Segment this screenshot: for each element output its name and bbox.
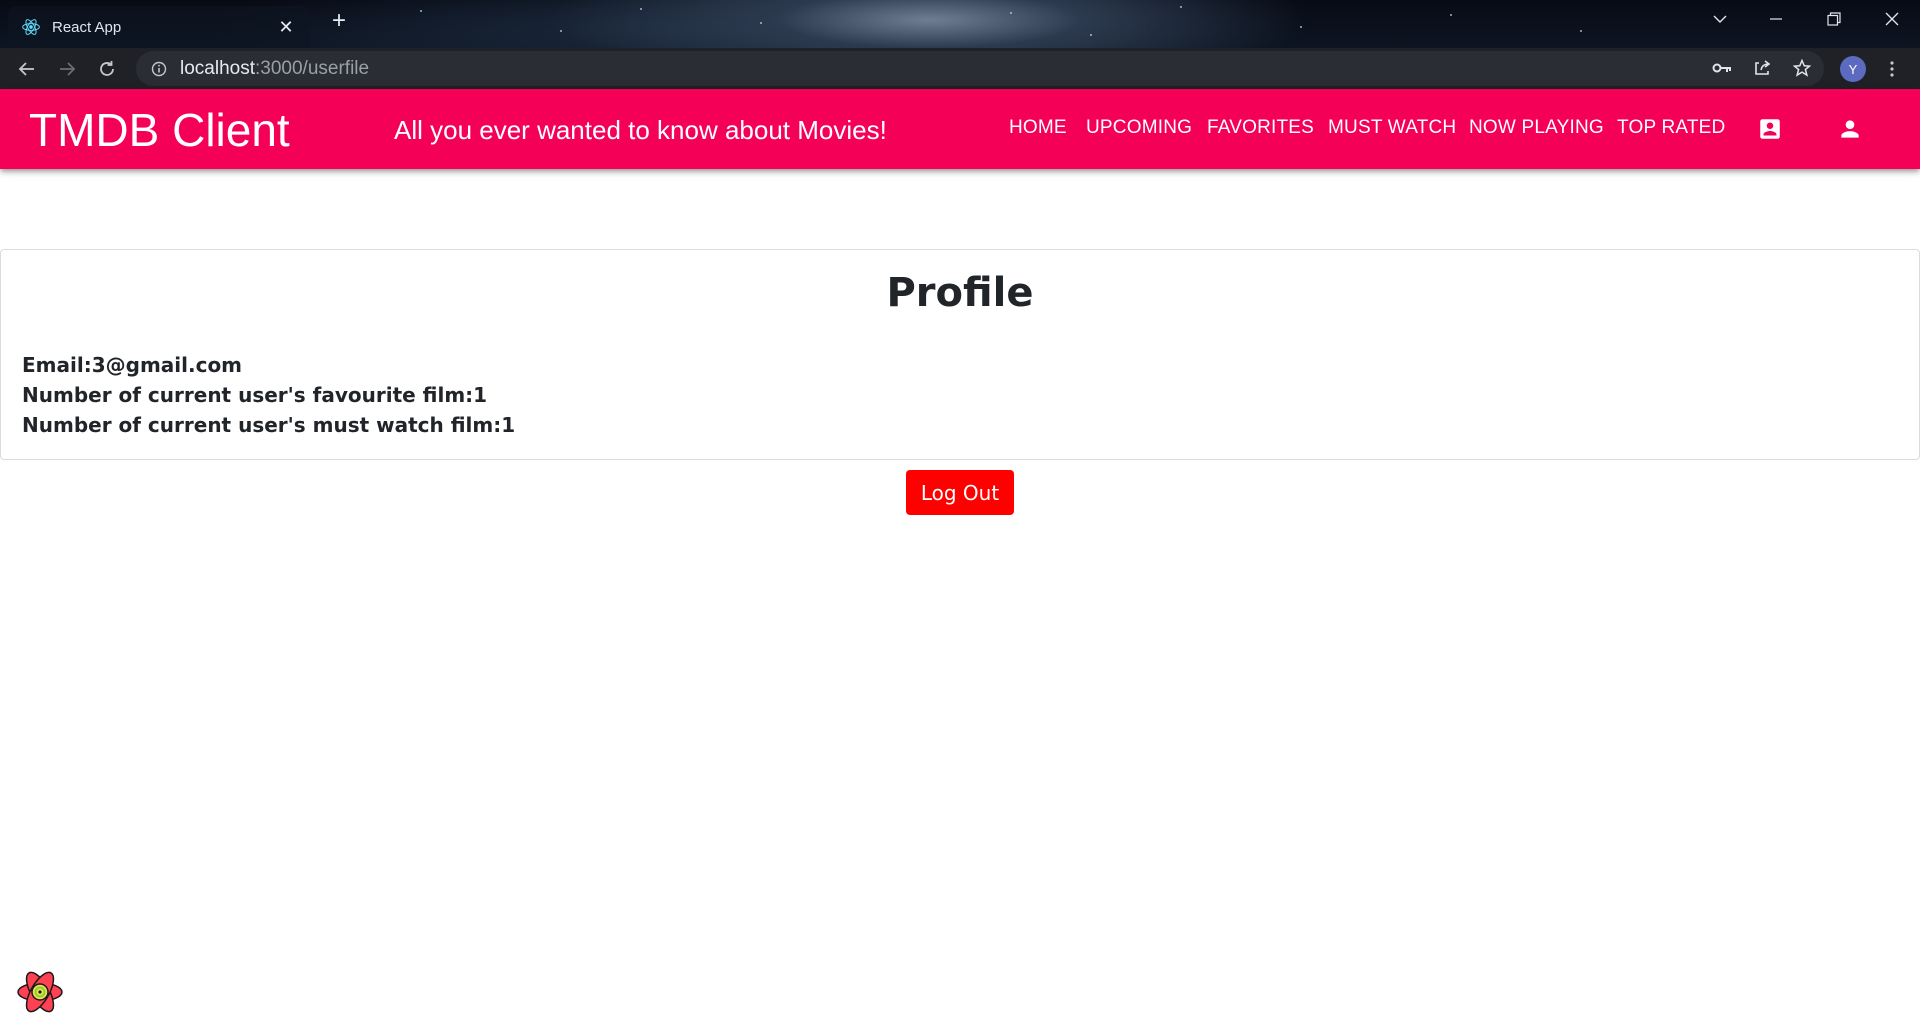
share-icon[interactable] [1750, 56, 1774, 80]
star [560, 30, 562, 32]
profile-avatar[interactable]: Y [1840, 56, 1866, 82]
person-icon[interactable] [1835, 114, 1865, 144]
star [760, 22, 762, 24]
nav-favorites[interactable]: FAVORITES [1207, 117, 1314, 139]
brand-title: TMDB Client [29, 104, 290, 156]
nav-home[interactable]: HOME [1009, 117, 1067, 139]
minimize-icon[interactable] [1748, 0, 1804, 38]
tab-title: React App [52, 18, 122, 36]
new-tab-icon[interactable]: + [325, 8, 353, 36]
url-path: :3000/userfile [255, 57, 370, 79]
star [1580, 30, 1582, 32]
password-key-icon[interactable] [1710, 56, 1734, 80]
tagline: All you ever wanted to know about Movies… [394, 115, 887, 145]
favourite-count-line: Number of current user's favourite film:… [22, 383, 488, 407]
star [640, 8, 642, 10]
star [1010, 12, 1012, 14]
browser-toolbar: localhost:3000/userfile Y [0, 48, 1920, 89]
browser-menu-icon[interactable] [1882, 56, 1902, 82]
star [420, 10, 422, 12]
nav-now-playing[interactable]: NOW PLAYING [1469, 117, 1604, 139]
browser-titlebar: React App ✕ + [0, 0, 1920, 48]
nav-upcoming[interactable]: UPCOMING [1086, 117, 1192, 139]
star [1180, 6, 1182, 8]
account-box-icon[interactable] [1755, 114, 1785, 144]
url-host: localhost [180, 57, 255, 79]
must-watch-count-line: Number of current user's must watch film… [22, 413, 516, 437]
star [1450, 14, 1452, 16]
star [1090, 34, 1092, 36]
bookmark-star-icon[interactable] [1790, 56, 1814, 80]
react-query-devtools-icon[interactable] [14, 966, 66, 1018]
site-info-icon[interactable] [150, 60, 168, 78]
browser-tab[interactable]: React App ✕ [8, 6, 310, 48]
page-title: Profile [886, 270, 1034, 316]
react-favicon-icon [20, 16, 42, 38]
restore-icon[interactable] [1806, 0, 1862, 38]
forward-icon[interactable] [52, 54, 82, 84]
tab-search-icon[interactable] [1692, 0, 1748, 38]
email-line: Email:3@gmail.com [22, 353, 243, 377]
profile-info: Email:3@gmail.com Number of current user… [22, 350, 515, 440]
address-bar[interactable]: localhost:3000/userfile [136, 51, 1824, 86]
star [1300, 26, 1302, 28]
back-icon[interactable] [12, 54, 42, 84]
close-window-icon[interactable] [1864, 0, 1920, 38]
tab-close-icon[interactable]: ✕ [274, 17, 298, 38]
reload-icon[interactable] [92, 54, 122, 84]
logout-button[interactable]: Log Out [906, 470, 1014, 515]
profile-card: Profile Email:3@gmail.com Number of curr… [0, 249, 1920, 460]
nav-must-watch[interactable]: MUST WATCH [1328, 117, 1456, 139]
app-header: TMDB Client All you ever wanted to know … [0, 89, 1920, 169]
nav-top-rated[interactable]: TOP RATED [1617, 117, 1725, 139]
